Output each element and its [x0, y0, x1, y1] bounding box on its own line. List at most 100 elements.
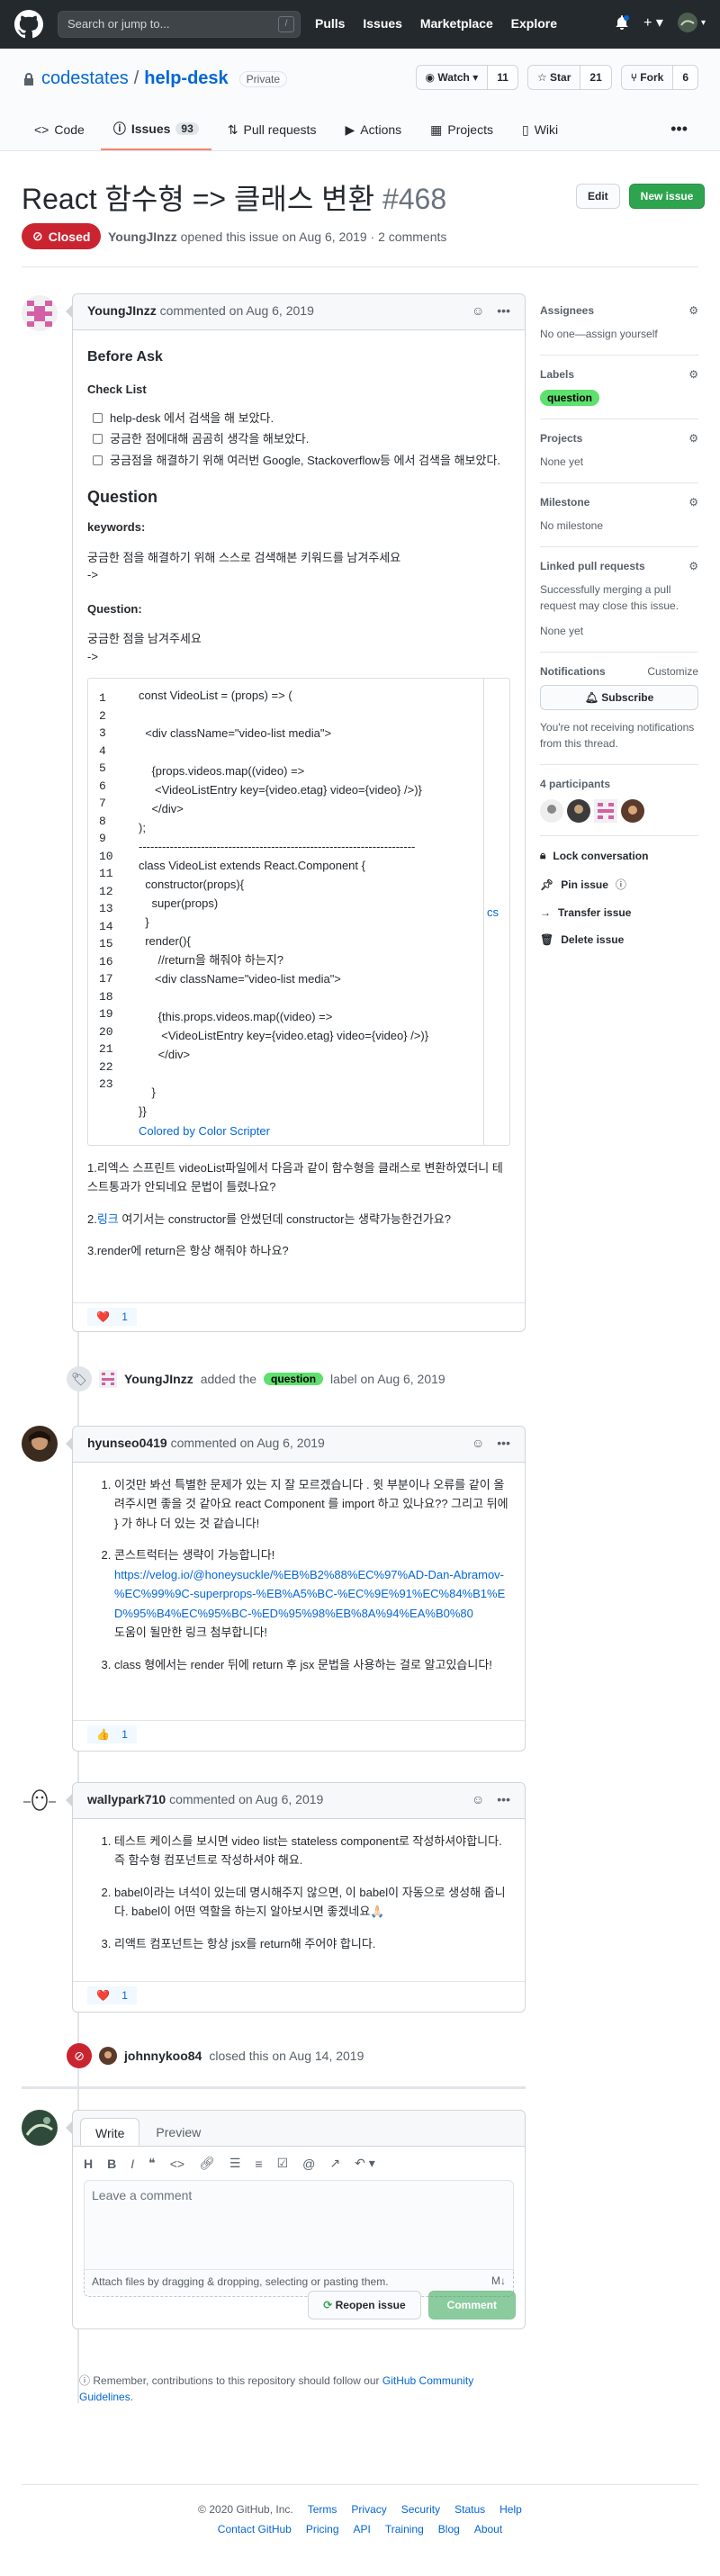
smiley-icon[interactable]: ☺	[472, 1792, 484, 1806]
avatar[interactable]	[594, 799, 617, 823]
heart-reaction[interactable]: ❤️ 1	[87, 1986, 137, 2004]
label-question[interactable]: question	[264, 1373, 324, 1385]
code-icon[interactable]: <>	[170, 2157, 184, 2171]
tab-wiki[interactable]: ▯ Wiki	[509, 113, 571, 150]
mention-icon[interactable]: @	[302, 2157, 315, 2171]
more-tabs-icon[interactable]: •••	[670, 120, 688, 139]
footer-link-blog[interactable]: Blog	[438, 2523, 460, 2535]
tab-actions[interactable]: ▶ Actions	[332, 113, 414, 150]
heart-reaction[interactable]: ❤️ 1	[87, 1308, 137, 1326]
comment-textarea[interactable]: Leave a comment	[84, 2180, 514, 2270]
nav-explore[interactable]: Explore	[511, 16, 557, 31]
gear-icon[interactable]: ⚙	[688, 368, 698, 381]
reopen-issue-button[interactable]: ⟳ Reopen issue	[308, 2291, 421, 2319]
avatar[interactable]	[567, 799, 590, 823]
assignees-value[interactable]: No one—assign yourself	[540, 326, 698, 342]
italic-icon[interactable]: I	[130, 2157, 134, 2171]
nav-issues[interactable]: Issues	[363, 16, 402, 31]
comment-timestamp[interactable]: commented on Aug 6, 2019	[171, 1436, 325, 1450]
link-icon[interactable]: 🔗︎	[199, 2156, 215, 2171]
fork-button[interactable]: ⑂ Fork 6	[620, 65, 698, 90]
avatar[interactable]	[22, 1782, 58, 1818]
pin-issue-action[interactable]: 📌︎ Pin issue ⓘ	[540, 877, 698, 892]
nav-marketplace[interactable]: Marketplace	[420, 16, 493, 31]
search-input[interactable]: Search or jump to... /	[58, 11, 301, 38]
avatar[interactable]	[99, 1370, 117, 1388]
delete-issue-action[interactable]: 🗑︎ Delete issue	[540, 933, 698, 946]
avatar[interactable]	[621, 799, 644, 823]
tab-projects[interactable]: ▦ Projects	[418, 113, 506, 150]
quote-icon[interactable]: ❝	[148, 2156, 156, 2171]
nav-pulls[interactable]: Pulls	[315, 16, 345, 31]
watch-button[interactable]: ◉ Watch ▾ 11	[415, 65, 518, 90]
milestone-heading[interactable]: Milestone ⚙	[540, 496, 698, 509]
label-question[interactable]: question	[540, 390, 599, 406]
footer-link-security[interactable]: Security	[401, 2503, 440, 2516]
labels-heading[interactable]: Labels ⚙	[540, 368, 698, 381]
event-actor[interactable]: YoungJInzz	[124, 1372, 194, 1386]
comment-timestamp[interactable]: commented on Aug 6, 2019	[169, 1792, 323, 1806]
task-list-icon[interactable]: ☑	[277, 2156, 289, 2171]
kebab-menu-icon[interactable]: •••	[497, 1436, 510, 1450]
thumbs-up-reaction[interactable]: 👍 1	[87, 1725, 137, 1743]
comment-author[interactable]: hyunseo0419	[87, 1436, 167, 1450]
avatar[interactable]	[99, 2047, 117, 2065]
plus-dropdown-icon[interactable]: + ▾	[644, 14, 663, 32]
comment-timestamp[interactable]: commented on Aug 6, 2019	[160, 303, 314, 318]
avatar[interactable]	[22, 295, 58, 331]
star-button[interactable]: ☆ Star 21	[526, 65, 612, 90]
kebab-menu-icon[interactable]: •••	[497, 303, 510, 318]
footer-link-pricing[interactable]: Pricing	[306, 2523, 339, 2535]
tab-code[interactable]: <> Code	[22, 113, 97, 150]
tab-preview[interactable]: Preview	[141, 2118, 215, 2146]
github-logo-icon[interactable]	[14, 10, 43, 39]
unordered-list-icon[interactable]: ☰	[230, 2156, 241, 2171]
comment-author[interactable]: YoungJInzz	[87, 303, 157, 318]
avatar[interactable]	[540, 799, 563, 823]
avatar[interactable]	[22, 2110, 58, 2146]
gear-icon[interactable]: ⚙	[688, 432, 698, 445]
watch-count[interactable]: 11	[488, 66, 518, 89]
star-count[interactable]: 21	[580, 66, 611, 89]
gear-icon[interactable]: ⚙	[688, 560, 698, 572]
user-avatar-menu[interactable]: ▾	[677, 13, 706, 32]
tab-pull-requests[interactable]: ⇅ Pull requests	[215, 113, 329, 150]
projects-heading[interactable]: Projects ⚙	[540, 432, 698, 445]
transfer-issue-action[interactable]: → Transfer issue	[540, 906, 698, 919]
footer-link-privacy[interactable]: Privacy	[351, 2503, 386, 2516]
heading-icon[interactable]: H	[84, 2157, 93, 2171]
cs-link[interactable]: cs	[487, 904, 499, 922]
new-issue-button[interactable]: New issue	[628, 184, 706, 209]
avatar[interactable]	[22, 1426, 58, 1462]
reply-icon[interactable]: ↶ ▾	[355, 2156, 375, 2171]
ordered-list-icon[interactable]: ≡	[255, 2157, 262, 2171]
footer-link-training[interactable]: Training	[385, 2523, 424, 2535]
event-actor[interactable]: johnnykoo84	[124, 2049, 202, 2063]
footer-link-about[interactable]: About	[474, 2523, 502, 2535]
comment-author[interactable]: wallypark710	[87, 1792, 166, 1806]
q2-link[interactable]: 링크	[97, 1212, 119, 1226]
velog-link[interactable]: https://velog.io/@honeysuckle/%EB%B2%88%…	[114, 1568, 505, 1620]
edit-button[interactable]: Edit	[576, 184, 620, 209]
footer-link-terms[interactable]: Terms	[308, 2503, 338, 2516]
tab-issues[interactable]: ⓘ Issues 93	[100, 113, 212, 150]
issue-author-link[interactable]: YoungJInzz	[108, 230, 177, 244]
customize-link[interactable]: Customize	[647, 665, 698, 678]
kebab-menu-icon[interactable]: •••	[497, 1792, 510, 1806]
bold-icon[interactable]: B	[107, 2157, 116, 2171]
cross-reference-icon[interactable]: ↗	[329, 2156, 340, 2171]
linked-prs-heading[interactable]: Linked pull requests ⚙	[540, 560, 698, 572]
comment-button[interactable]: Comment	[428, 2291, 516, 2319]
subscribe-button[interactable]: 🔔︎ Subscribe	[540, 685, 698, 710]
markdown-icon[interactable]: M↓	[491, 2274, 506, 2287]
color-scripter-link[interactable]: Colored by Color Scripter	[139, 1122, 270, 1140]
footer-link-contact[interactable]: Contact GitHub	[218, 2523, 292, 2535]
footer-link-api[interactable]: API	[354, 2523, 371, 2535]
smiley-icon[interactable]: ☺	[472, 1436, 484, 1450]
footer-link-status[interactable]: Status	[454, 2503, 485, 2516]
tab-write[interactable]: Write	[80, 2118, 140, 2146]
repo-owner-link[interactable]: codestates	[41, 68, 129, 89]
lock-conversation-action[interactable]: 🔒︎ Lock conversation	[540, 849, 698, 862]
smiley-icon[interactable]: ☺	[472, 303, 484, 318]
footer-link-help[interactable]: Help	[500, 2503, 522, 2516]
